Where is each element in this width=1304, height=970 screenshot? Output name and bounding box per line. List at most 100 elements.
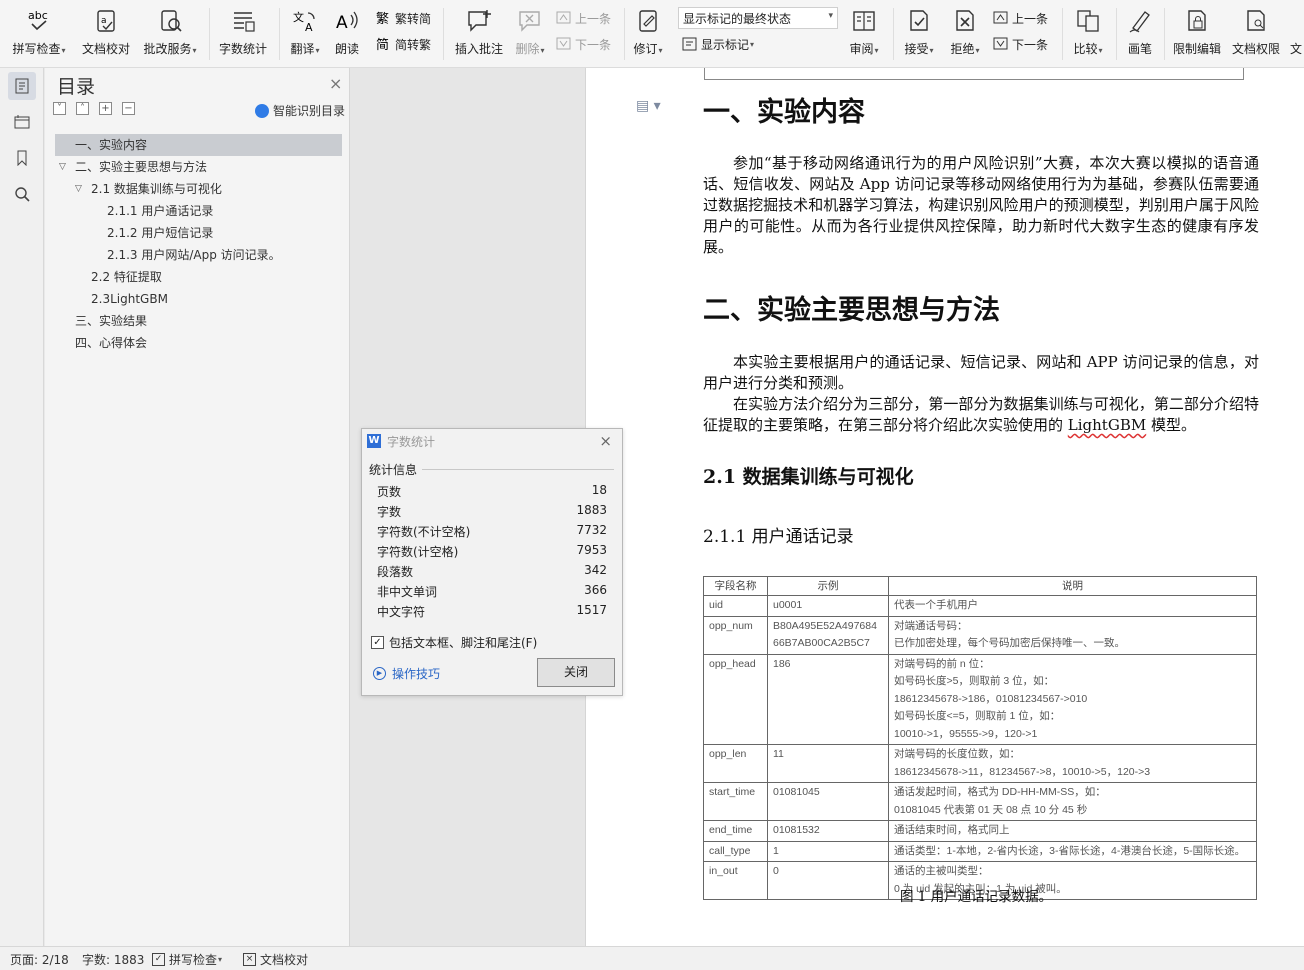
- navigation-pane-icon[interactable]: [8, 108, 36, 136]
- trad-to-simp-button[interactable]: 繁 繁转简: [376, 8, 431, 28]
- pen-icon: [1127, 8, 1153, 34]
- word-count-button[interactable]: 字数统计: [214, 4, 272, 60]
- translate-button[interactable]: 文A 翻译▾: [284, 4, 326, 60]
- field-name-cell: uid: [703, 595, 768, 617]
- toc-item[interactable]: 一、实验内容: [55, 134, 342, 156]
- revision-service-icon: [157, 8, 183, 34]
- show-markup-button[interactable]: 显示标记 ▾: [682, 34, 754, 54]
- description-cell: 对端通话号码： 已作加密处理，每个号码加密后保持唯一、一致。: [888, 615, 1257, 655]
- svg-text:a: a: [101, 16, 107, 26]
- paragraph-menu-icon[interactable]: ▤ ▾: [636, 98, 661, 114]
- word-count-icon: [230, 8, 256, 34]
- track-changes-button[interactable]: 修订▾: [630, 4, 666, 60]
- stat-row: 字数 1883: [377, 503, 607, 523]
- add-heading-icon[interactable]: +: [99, 102, 112, 115]
- remove-heading-icon[interactable]: −: [122, 102, 135, 115]
- field-name-cell: start_time: [703, 782, 768, 821]
- stats-section-label: 统计信息: [369, 463, 418, 477]
- toc-panel: 目录 × ˅ ˄ + − 智能识别目录 一、实验内容 ▽ 二、实验主要思想与方法 …: [45, 68, 350, 946]
- doc-proof-button[interactable]: a 文档校对: [78, 4, 134, 60]
- collapse-all-icon[interactable]: ˅: [53, 102, 66, 115]
- compare-button[interactable]: 比较▾: [1068, 4, 1108, 60]
- reject-button[interactable]: 拒绝▾: [946, 4, 984, 60]
- status-doc-proof[interactable]: × 文档校对: [243, 951, 308, 968]
- ink-pen-button[interactable]: 画笔: [1122, 4, 1158, 60]
- include-textbox-checkbox[interactable]: ✓ 包括文本框、脚注和尾注(F): [371, 634, 537, 651]
- stat-value: 1883: [576, 503, 607, 517]
- doc-more-button[interactable]: 文: [1288, 4, 1304, 60]
- example-cell: 01081045: [767, 782, 889, 821]
- toc-item[interactable]: ▽ 二、实验主要思想与方法: [55, 156, 342, 178]
- smart-toc-button[interactable]: 智能识别目录: [255, 102, 345, 119]
- bookmark-icon[interactable]: [8, 144, 36, 172]
- doc-permission-button[interactable]: 文档权限: [1228, 4, 1284, 60]
- example-cell: 0: [767, 861, 889, 900]
- table-row: end_time 01081532 通话结束时间，格式同上: [703, 820, 1257, 842]
- next-change-button[interactable]: 下一条: [993, 34, 1048, 54]
- checkbox-checked-icon: ✓: [371, 636, 384, 649]
- dialog-titlebar[interactable]: W 字数统计 ×: [362, 429, 622, 453]
- stat-value: 7732: [576, 523, 607, 537]
- toc-item[interactable]: 2.1.2 用户短信记录: [55, 222, 342, 244]
- description-cell: 通话类型：1-本地，2-省内长途，3-省际长途，4-港澳台长途，5-国际长途。: [888, 840, 1257, 862]
- ribbon-toolbar: abc 拼写检查▾ a 文档校对 批改服务▾ 字数统计 文A 翻译▾ A 朗读 …: [0, 0, 1304, 68]
- field-name-cell: end_time: [703, 820, 768, 842]
- table-header-row: 字段名称 示例 说明: [703, 576, 1257, 596]
- stat-value: 18: [591, 483, 607, 497]
- word-count-dialog: W 字数统计 × 统计信息 页数 18 字数 1883 字符数(不计空格) 7732 字符数…: [361, 428, 623, 696]
- table-row: uid u0001 代表一个手机用户: [703, 595, 1257, 617]
- next-comment-icon: [556, 36, 572, 52]
- toc-item[interactable]: 2.1.1 用户通话记录: [55, 200, 342, 222]
- markup-state-select[interactable]: 显示标记的最终状态 ▾: [678, 7, 838, 29]
- toc-list: 一、实验内容 ▽ 二、实验主要思想与方法 ▽ 2.1 数据集训练与可视化 2.1.1…: [55, 134, 342, 354]
- review-button[interactable]: 审阅▾: [844, 4, 884, 60]
- toc-item[interactable]: 2.2 特征提取: [55, 266, 342, 288]
- close-button[interactable]: 关闭: [537, 658, 615, 687]
- chevron-down-icon: ▾: [828, 11, 833, 21]
- close-icon[interactable]: ×: [329, 74, 342, 93]
- lock-document-icon: [1184, 8, 1210, 34]
- word-count-indicator[interactable]: 字数: 1883: [82, 951, 144, 968]
- spell-check-icon: abc: [26, 8, 52, 34]
- example-cell: 01081532: [767, 820, 889, 842]
- accept-icon: [906, 8, 932, 34]
- heading-2: 2.1 数据集训练与可视化: [703, 466, 914, 488]
- stat-label: 段落数: [377, 565, 414, 579]
- next-comment-button[interactable]: 下一条: [556, 34, 611, 54]
- page-indicator[interactable]: 页面: 2/18: [10, 951, 69, 968]
- toc-item[interactable]: 三、实验结果: [55, 310, 342, 332]
- stat-value: 1517: [576, 603, 607, 617]
- revision-service-button[interactable]: 批改服务▾: [140, 4, 200, 60]
- toc-item[interactable]: 四、心得体会: [55, 332, 342, 354]
- insert-comment-button[interactable]: 插入批注: [450, 4, 508, 60]
- toc-item[interactable]: 2.3LightGBM: [55, 288, 342, 310]
- close-icon[interactable]: ×: [599, 432, 612, 450]
- chevron-down-icon[interactable]: ▽: [75, 178, 82, 200]
- insert-comment-icon: [466, 8, 492, 34]
- restrict-edit-button[interactable]: 限制编辑: [1170, 4, 1224, 60]
- toc-panel-icon[interactable]: [8, 72, 36, 100]
- prev-comment-button[interactable]: 上一条: [556, 8, 611, 28]
- side-rail: [0, 68, 44, 946]
- simp-to-trad-button[interactable]: 简 简转繁: [376, 34, 431, 54]
- field-name-cell: call_type: [703, 840, 768, 862]
- spell-check-button[interactable]: abc 拼写检查▾: [10, 4, 68, 60]
- description-cell: 对端号码的前 n 位： 如号码长度>5，则取前 3 位，如： 186123456…: [888, 653, 1257, 745]
- delete-comment-button[interactable]: 删除▾: [510, 4, 550, 60]
- search-icon[interactable]: [8, 180, 36, 208]
- stat-row: 字符数(不计空格) 7732: [377, 523, 607, 543]
- example-cell: 1: [767, 840, 889, 862]
- translate-icon: 文A: [292, 8, 318, 34]
- read-aloud-icon: A: [334, 8, 360, 34]
- expand-up-icon[interactable]: ˄: [76, 102, 89, 115]
- toc-item[interactable]: 2.1.3 用户网站/App 访问记录。: [55, 244, 342, 266]
- spelling-error-word[interactable]: LightGBM: [1068, 416, 1146, 434]
- status-spell-check[interactable]: ✓ 拼写检查 ▾: [152, 951, 222, 968]
- toc-item[interactable]: ▽ 2.1 数据集训练与可视化: [55, 178, 342, 200]
- tips-link[interactable]: ▶ 操作技巧: [373, 665, 440, 682]
- prev-change-button[interactable]: 上一条: [993, 8, 1048, 28]
- chevron-down-icon[interactable]: ▽: [59, 156, 66, 178]
- read-aloud-button[interactable]: A 朗读: [330, 4, 364, 60]
- accept-button[interactable]: 接受▾: [900, 4, 938, 60]
- track-changes-icon: [635, 8, 661, 34]
